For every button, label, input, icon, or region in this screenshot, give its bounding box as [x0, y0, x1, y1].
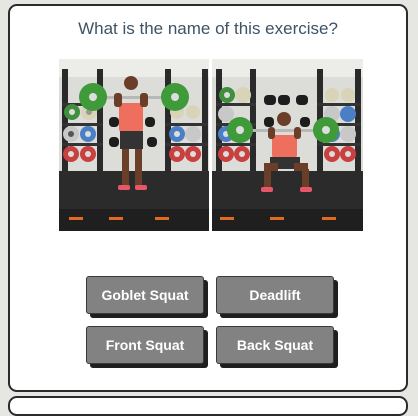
answer-button-front-squat[interactable]: Front Squat [86, 326, 204, 364]
quiz-card: What is the name of this exercise? Goble… [8, 4, 408, 392]
next-card-edge [8, 396, 408, 416]
question-text: What is the name of this exercise? [78, 19, 338, 38]
photo-panel-standing [59, 59, 209, 231]
answer-button-goblet-squat[interactable]: Goblet Squat [86, 276, 204, 314]
exercise-photo [59, 59, 363, 231]
answer-button-back-squat[interactable]: Back Squat [216, 326, 334, 364]
answer-button-deadlift[interactable]: Deadlift [216, 276, 334, 314]
photo-panel-squat [212, 59, 363, 231]
